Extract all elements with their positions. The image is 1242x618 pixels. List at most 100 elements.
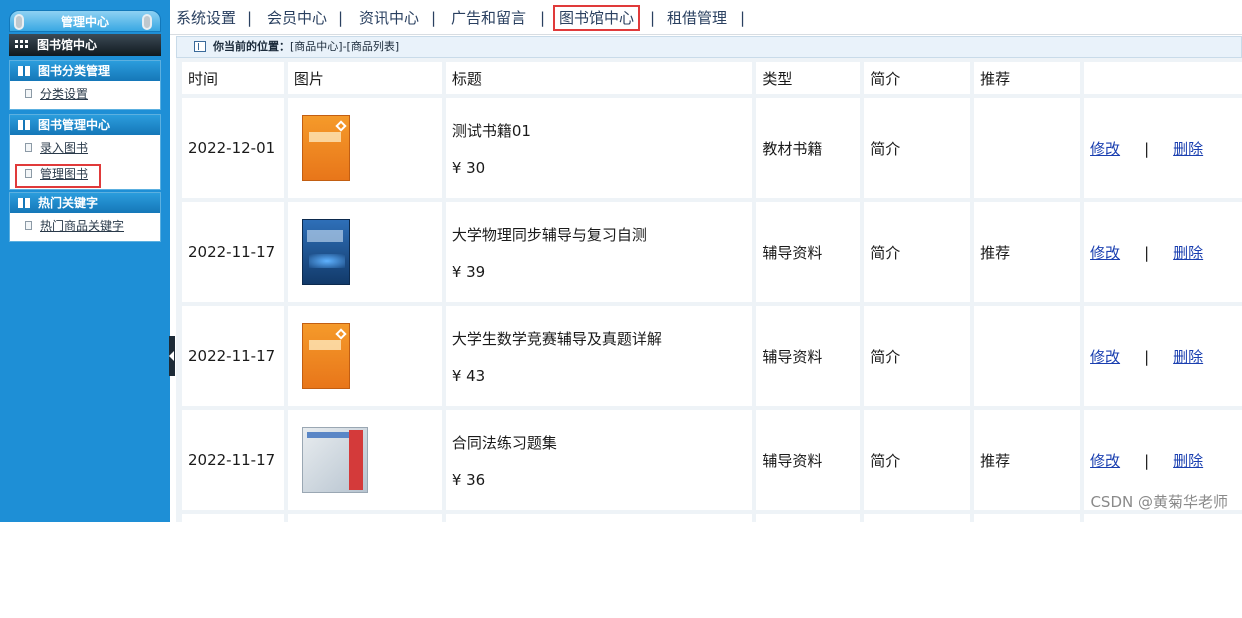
- panel-title[interactable]: 热门关键字: [10, 193, 160, 213]
- header-image: 图片: [287, 62, 442, 94]
- sidebar-collapse-handle[interactable]: [169, 336, 175, 376]
- breadcrumb-label: 你当前的位置：: [213, 40, 290, 53]
- nav-system-settings[interactable]: 系统设置: [176, 6, 236, 30]
- nav-news-center[interactable]: 资讯中心: [359, 6, 419, 30]
- delete-link[interactable]: 删除: [1173, 452, 1203, 470]
- panel-title-label: 图书管理中心: [38, 118, 111, 132]
- book-price: ¥ 43: [451, 366, 486, 385]
- nav-rental-management[interactable]: 租借管理: [667, 6, 727, 30]
- watermark: CSDN @黄菊华老师: [1090, 493, 1228, 511]
- sidebar-item-label[interactable]: 热门商品关键字: [40, 219, 124, 233]
- delete-link[interactable]: 删除: [1173, 244, 1203, 262]
- cell-image: [287, 410, 442, 510]
- book-cover-image[interactable]: [301, 323, 350, 389]
- cell-time: 2022-11-17: [182, 306, 284, 406]
- sidebar-header: 管理中心: [9, 10, 161, 32]
- edit-link[interactable]: 修改: [1090, 452, 1120, 470]
- panel-title[interactable]: 图书分类管理: [10, 61, 160, 81]
- document-icon: [25, 221, 32, 230]
- delete-link[interactable]: 删除: [1173, 140, 1203, 158]
- sidebar-item-hot-keywords[interactable]: 热门商品关键字: [10, 213, 160, 239]
- breadcrumb-path: [商品中心]-[商品列表]: [290, 40, 400, 53]
- book-cover-image[interactable]: [301, 115, 350, 181]
- cell-time: 2022-12-01: [182, 98, 284, 198]
- cell-intro: 简介: [864, 410, 971, 510]
- nav-separator: |: [431, 9, 437, 27]
- nav-ads-and-messages[interactable]: 广告和留言: [451, 6, 526, 30]
- header-title: 标题: [445, 62, 753, 94]
- table-row: 2022-11-17 大学生数学竞赛辅导及真题详解 ¥ 43 辅导资料 简介 修改…: [182, 306, 1242, 406]
- cell-time: 2022-11-17: [182, 202, 284, 302]
- cell-empty: [974, 514, 1081, 614]
- panel-title-label: 图书分类管理: [38, 64, 111, 78]
- sidebar-item-category-settings[interactable]: 分类设置: [10, 81, 160, 107]
- edit-link[interactable]: 修改: [1090, 348, 1120, 366]
- sidebar-header-label: 管理中心: [60, 15, 109, 29]
- nav-separator: |: [740, 9, 746, 27]
- book-cover-image[interactable]: [301, 219, 350, 285]
- table-header-row: 时间 图片 标题 类型 简介 推荐: [182, 62, 1242, 94]
- header-type: 类型: [756, 62, 861, 94]
- content-area: 时间 图片 标题 类型 简介 推荐 2022-12-01 测试书籍01 ¥ 30 …: [176, 58, 1242, 614]
- cell-empty: [445, 514, 753, 614]
- table-row: 2022-11-17 大学物理同步辅导与复习自测 ¥ 39 辅导资料 简介 推荐 …: [182, 202, 1242, 302]
- nav-library-center[interactable]: 图书馆中心: [553, 5, 641, 31]
- cell-title: 测试书籍01 ¥ 30: [445, 98, 753, 198]
- breadcrumb: 你当前的位置：[商品中心]-[商品列表]: [176, 36, 1242, 58]
- cell-image: [287, 306, 442, 406]
- book-title: 大学生数学竞赛辅导及真题详解: [451, 329, 662, 348]
- cell-recommend: [974, 306, 1081, 406]
- cell-title: 合同法练习题集 ¥ 36: [445, 410, 753, 510]
- book-price: ¥ 36: [451, 470, 486, 489]
- sidebar-item-label[interactable]: 录入图书: [40, 141, 88, 155]
- window-icon: [194, 41, 206, 52]
- cell-title: 大学生数学竞赛辅导及真题详解 ¥ 43: [445, 306, 753, 406]
- header-intro: 简介: [864, 62, 971, 94]
- header-actions: [1084, 62, 1242, 94]
- action-separator: |: [1144, 139, 1150, 158]
- edit-link[interactable]: 修改: [1090, 244, 1120, 262]
- book-icon: [18, 120, 30, 130]
- nav-member-center[interactable]: 会员中心: [267, 6, 327, 30]
- book-title: 大学物理同步辅导与复习自测: [451, 225, 647, 244]
- book-icon: [18, 198, 30, 208]
- cell-empty: [864, 514, 971, 614]
- panel-hot-keywords: 热门关键字 热门商品关键字: [9, 192, 161, 242]
- document-icon: [25, 89, 32, 98]
- binder-ring-icon: [14, 14, 24, 30]
- book-cover-image[interactable]: [301, 427, 368, 493]
- header-time: 时间: [182, 62, 284, 94]
- header-recommend: 推荐: [974, 62, 1081, 94]
- table-row: 2022-11-17 合同法练习题集 ¥ 36 辅导资料 简介 推荐 修改 | 删除: [182, 410, 1242, 510]
- nav-separator: |: [338, 9, 344, 27]
- cell-actions: 修改 | 删除: [1084, 98, 1242, 198]
- sidebar-root-library-center[interactable]: 图书馆中心: [9, 34, 161, 56]
- cell-actions: 修改 | 删除: [1084, 202, 1242, 302]
- book-title: 合同法练习题集: [451, 433, 557, 452]
- table-row: 2022-12-01 测试书籍01 ¥ 30 教材书籍 简介 修改 | 删除: [182, 98, 1242, 198]
- nav-separator: |: [650, 9, 656, 27]
- cell-image: [287, 98, 442, 198]
- cell-empty: [182, 514, 284, 614]
- document-icon: [25, 143, 32, 152]
- cell-recommend: 推荐: [974, 410, 1081, 510]
- grid-icon: [15, 40, 29, 50]
- cell-intro: 简介: [864, 306, 971, 406]
- cell-type: 教材书籍: [756, 98, 861, 198]
- book-title: 测试书籍01: [451, 121, 531, 140]
- top-navigation: 系统设置 | 会员中心 | 资讯中心 | 广告和留言 | 图书馆中心 | 租借管…: [170, 0, 1242, 35]
- delete-link[interactable]: 删除: [1173, 348, 1203, 366]
- binder-ring-icon: [142, 14, 152, 30]
- cell-intro: 简介: [864, 98, 971, 198]
- cell-empty: [1084, 514, 1242, 614]
- cell-recommend: [974, 98, 1081, 198]
- highlight-box: [15, 164, 101, 188]
- cell-recommend: 推荐: [974, 202, 1081, 302]
- action-separator: |: [1144, 451, 1150, 470]
- panel-title[interactable]: 图书管理中心: [10, 115, 160, 135]
- sidebar-item-label[interactable]: 分类设置: [40, 87, 88, 101]
- cell-time: 2022-11-17: [182, 410, 284, 510]
- sidebar-item-add-book[interactable]: 录入图书: [10, 135, 160, 161]
- panel-title-label: 热门关键字: [38, 196, 99, 210]
- edit-link[interactable]: 修改: [1090, 140, 1120, 158]
